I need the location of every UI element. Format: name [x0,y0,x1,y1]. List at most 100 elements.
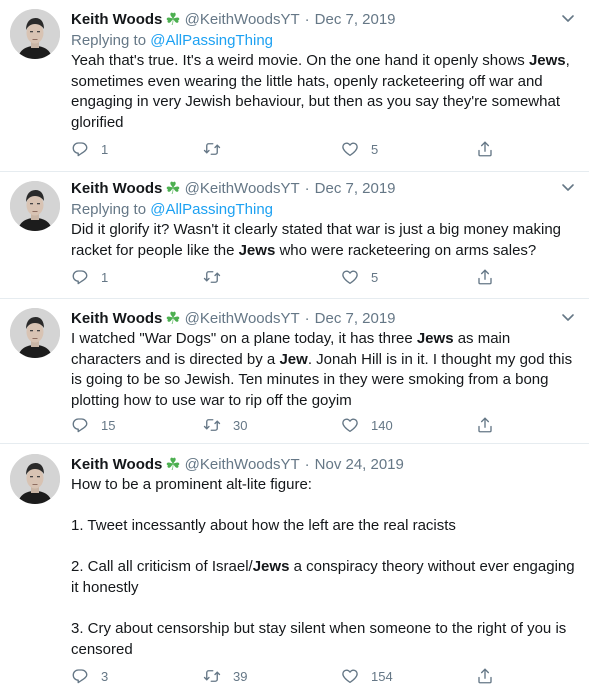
share-button[interactable] [476,267,494,287]
separator-dot: · [304,456,310,473]
retweet-count: 39 [233,668,248,684]
tweet-text: I watched "War Dogs" on a plane today, i… [71,329,575,411]
shamrock-icon: ☘ [165,455,181,474]
reply-count: 1 [101,269,109,285]
tweet-actions: 15 30 140 [71,415,511,435]
reply-count: 3 [101,668,109,684]
tweet-header: Keith Woods ☘ @KeithWoodsYT · Nov 24, 2019 [71,454,575,474]
tweet-date[interactable]: Nov 24, 2019 [315,456,404,473]
tweet-paragraph: 2. Call all criticism of Israel/Jews a c… [71,557,575,598]
like-button[interactable]: 5 [341,267,378,287]
share-icon [476,140,494,158]
share-icon [476,667,494,685]
reply-button[interactable]: 1 [71,139,108,159]
display-name[interactable]: Keith Woods [71,310,162,327]
tweet[interactable]: Keith Woods ☘ @KeithWoodsYT · Nov 24, 2019 H… [0,444,589,692]
user-handle[interactable]: @KeithWoodsYT [185,180,300,197]
tweet-date[interactable]: Dec 7, 2019 [315,180,396,197]
text-run: How to be a prominent alt-lite figure: [71,476,312,493]
reply-button[interactable]: 15 [71,415,115,435]
separator-dot: · [304,11,310,28]
replying-label: Replying to [71,32,151,49]
tweet-date[interactable]: Dec 7, 2019 [315,11,396,28]
retweet-count: 30 [233,417,248,433]
retweet-button[interactable]: 30 [203,415,247,435]
avatar[interactable] [10,181,60,231]
replying-to: Replying to @AllPassingThing [71,30,575,51]
tweet-text: Did it glorify it? Wasn't it clearly sta… [71,220,575,261]
chevron-down-icon[interactable] [561,9,575,29]
replying-label: Replying to [71,201,151,218]
heart-icon [341,140,359,158]
like-count: 140 [371,417,393,433]
text-run: who were racketeering on arms sales? [275,241,537,259]
tweet-actions: 1 5 [71,267,511,287]
share-button[interactable] [476,666,494,686]
bold-text: Jew [279,350,308,368]
display-name[interactable]: Keith Woods [71,11,162,28]
mention-link[interactable]: @AllPassingThing [150,201,273,218]
share-icon [476,416,494,434]
tweet-paragraph: 3. Cry about censorship but stay silent … [71,619,575,660]
user-handle[interactable]: @KeithWoodsYT [185,456,300,473]
heart-icon [341,667,359,685]
avatar[interactable] [10,454,60,504]
tweet-feed: Keith Woods ☘ @KeithWoodsYT · Dec 7, 2019 Re… [0,0,589,692]
user-handle[interactable]: @KeithWoodsYT [185,310,300,327]
tweet-date[interactable]: Dec 7, 2019 [315,310,396,327]
reply-icon [71,140,89,158]
heart-icon [341,268,359,286]
separator-dot: · [304,310,310,327]
share-button[interactable] [476,139,494,159]
text-run: Yeah that's true. It's a weird movie. On… [71,52,529,69]
tweet[interactable]: Keith Woods ☘ @KeithWoodsYT · Dec 7, 2019 Re… [0,172,589,299]
reply-icon [71,416,89,434]
like-button[interactable]: 5 [341,139,378,159]
text-run: 3. Cry about censorship but stay silent … [71,620,567,658]
reply-button[interactable]: 1 [71,267,108,287]
reply-icon [71,667,89,685]
tweet-actions: 1 5 [71,139,511,159]
chevron-down-icon[interactable] [561,178,575,198]
reply-button[interactable]: 3 [71,666,108,686]
retweet-button[interactable] [203,139,233,159]
text-run: I watched "War Dogs" on a plane today, i… [71,330,417,347]
retweet-button[interactable] [203,267,233,287]
tweet-actions: 3 39 154 [71,666,511,686]
user-handle[interactable]: @KeithWoodsYT [185,11,300,28]
retweet-icon [203,416,221,434]
like-button[interactable]: 154 [341,666,393,686]
retweet-button[interactable]: 39 [203,666,247,686]
bold-text: Jews [416,330,454,347]
avatar[interactable] [10,9,60,59]
shamrock-icon: ☘ [165,309,181,328]
like-count: 5 [371,269,379,285]
display-name[interactable]: Keith Woods [71,180,162,197]
retweet-icon [203,140,221,158]
tweet-header: Keith Woods ☘ @KeithWoodsYT · Dec 7, 2019 [71,308,575,328]
share-icon [476,268,494,286]
mention-link[interactable]: @AllPassingThing [150,32,273,49]
tweet[interactable]: Keith Woods ☘ @KeithWoodsYT · Dec 7, 2019 Re… [0,0,589,172]
retweet-icon [203,667,221,685]
reply-count: 1 [101,141,109,157]
heart-icon [341,416,359,434]
reply-count: 15 [101,417,116,433]
separator-dot: · [304,180,310,197]
retweet-icon [203,268,221,286]
share-button[interactable] [476,415,494,435]
display-name[interactable]: Keith Woods [71,456,162,473]
tweet[interactable]: Keith Woods ☘ @KeithWoodsYT · Dec 7, 2019 I … [0,299,589,444]
like-count: 154 [371,668,393,684]
reply-icon [71,268,89,286]
tweet-text: How to be a prominent alt-lite figure: 1.… [71,475,575,660]
chevron-down-icon[interactable] [561,308,575,328]
tweet-paragraph: 1. Tweet incessantly about how the left … [71,516,575,537]
avatar[interactable] [10,308,60,358]
bold-text: Jews [528,52,566,69]
text-run: 2. Call all criticism of Israel/ [71,558,253,576]
like-button[interactable]: 140 [341,415,393,435]
like-count: 5 [371,141,379,157]
tweet-header: Keith Woods ☘ @KeithWoodsYT · Dec 7, 2019 [71,178,575,198]
shamrock-icon: ☘ [165,179,181,198]
